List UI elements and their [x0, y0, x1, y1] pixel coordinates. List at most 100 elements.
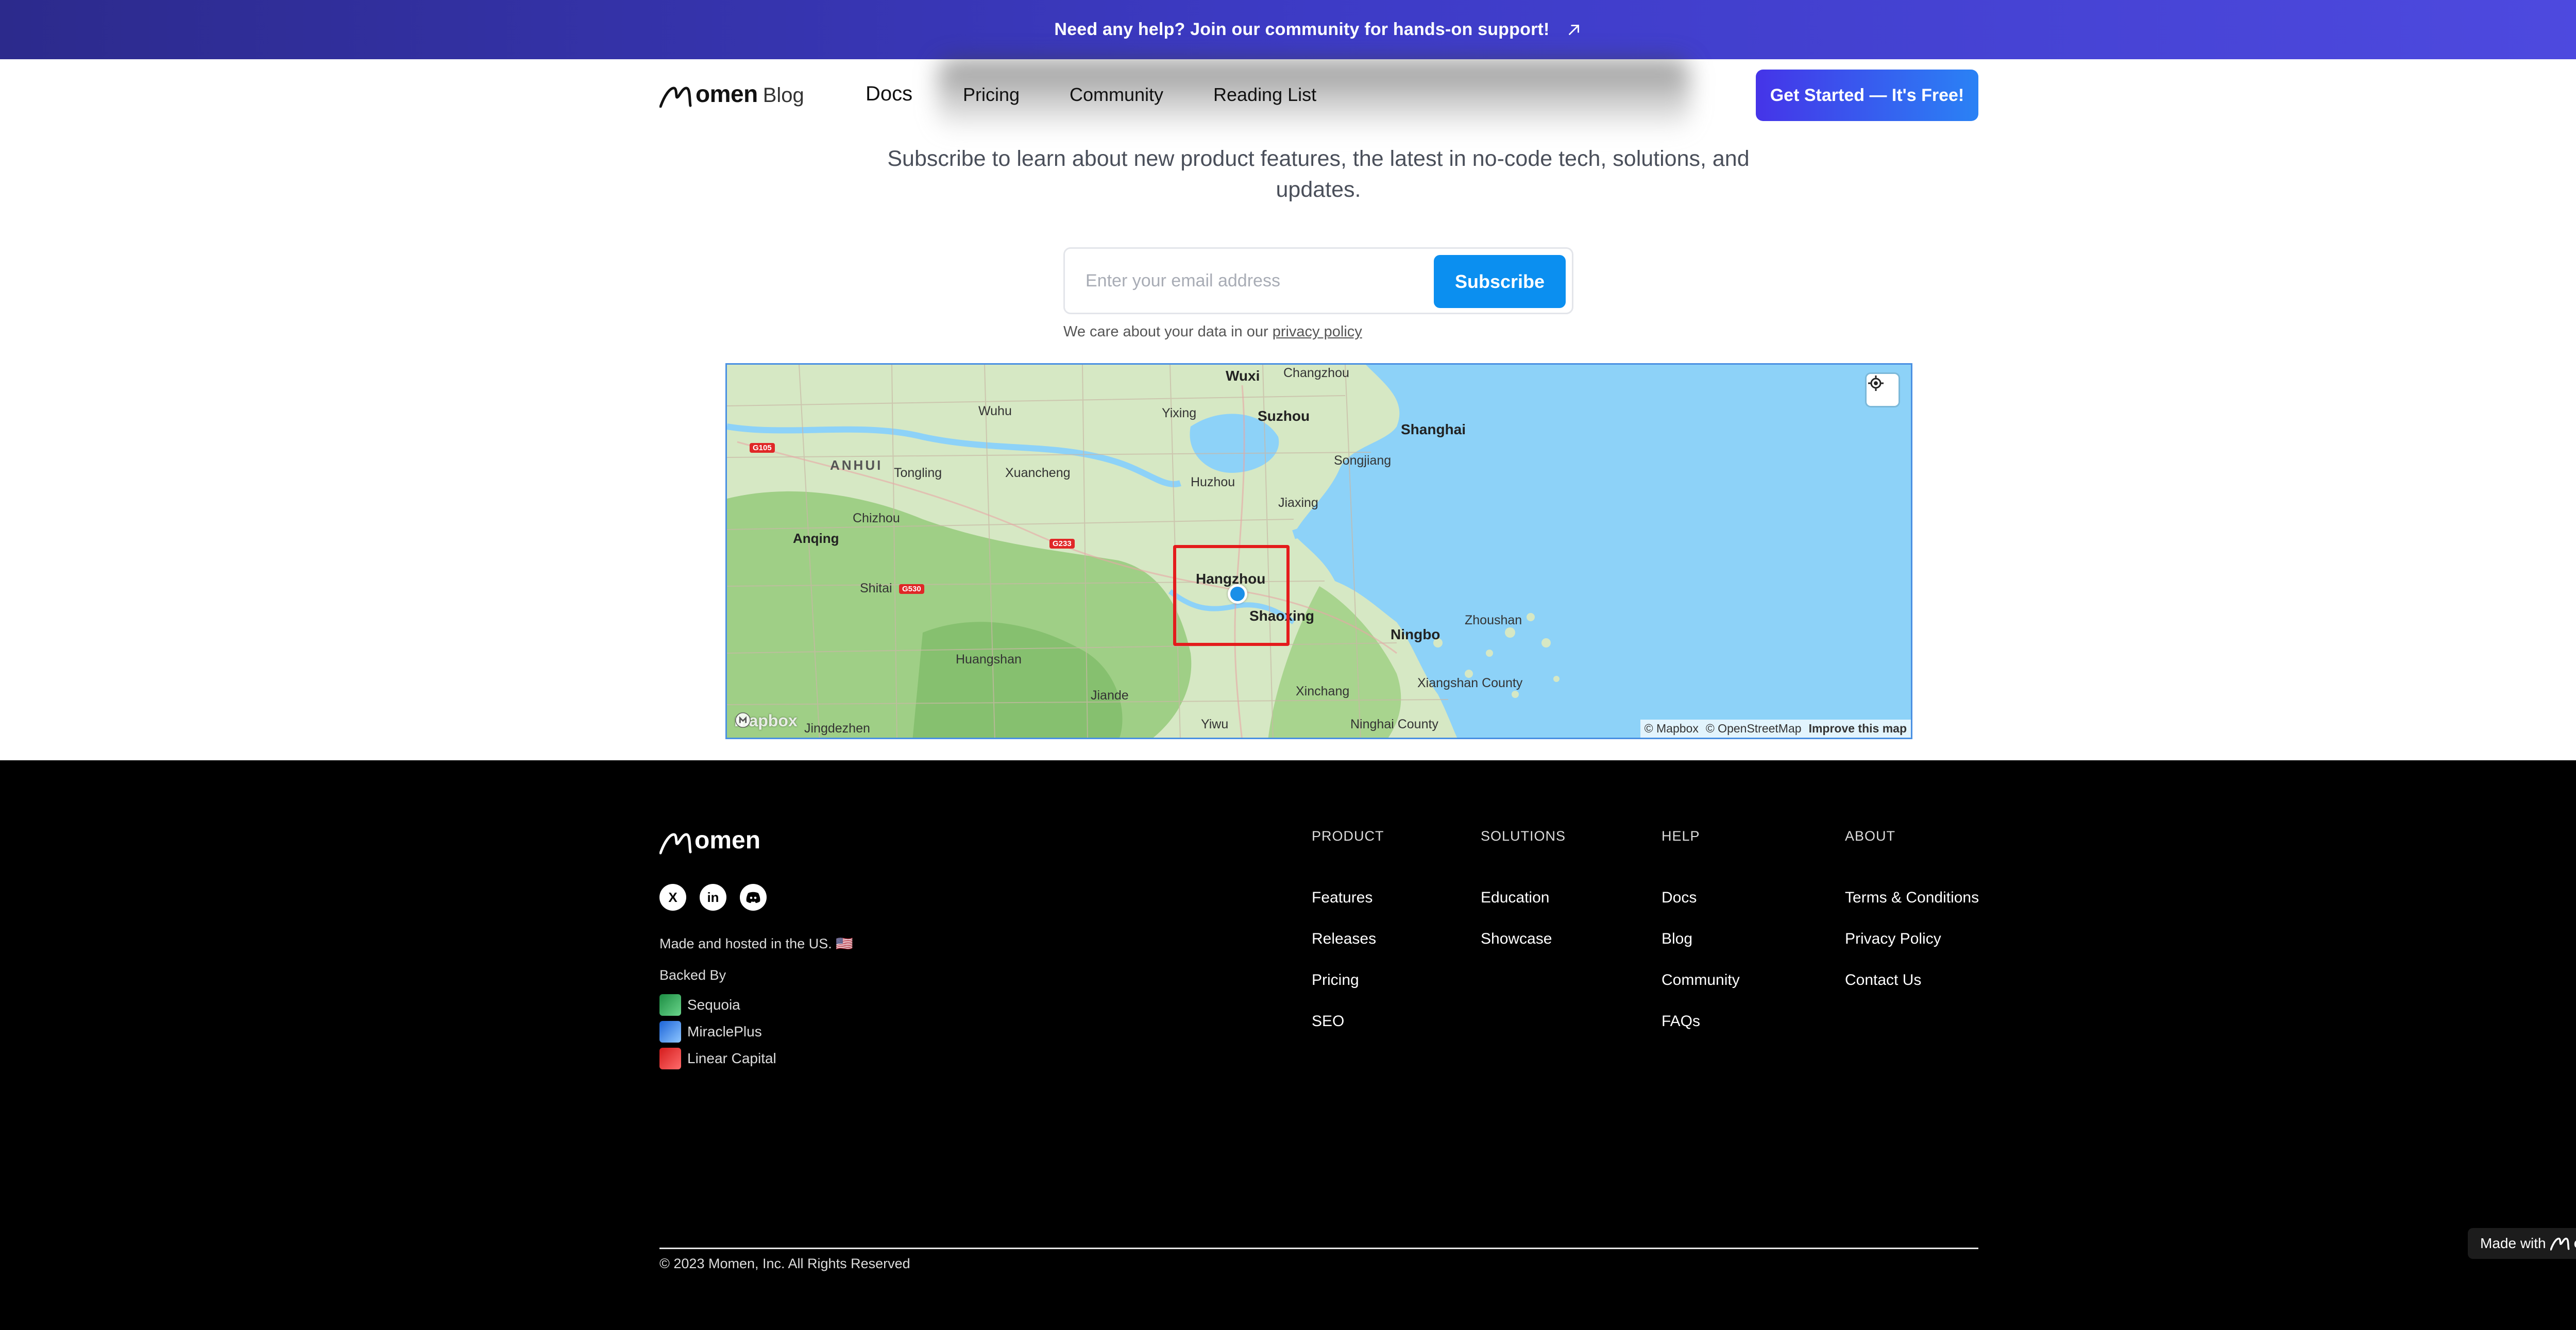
momen-m-mark-icon	[659, 87, 692, 108]
miracleplus-logo-icon	[659, 1021, 681, 1043]
footer-link-seo[interactable]: SEO	[1312, 1013, 1344, 1030]
nav-community[interactable]: Community	[1070, 84, 1163, 106]
map-label-wuxi: Wuxi	[1226, 368, 1260, 384]
footer-link-showcase[interactable]: Showcase	[1481, 930, 1552, 948]
map-label-changzhou: Changzhou	[1283, 366, 1349, 380]
backer-miracleplus-label: MiraclePlus	[687, 1024, 762, 1039]
momen-blog-logo[interactable]: omen Blog	[659, 80, 804, 108]
road-shield-g530: G530	[899, 584, 924, 594]
footer-link-releases[interactable]: Releases	[1312, 930, 1376, 948]
footer-link-docs[interactable]: Docs	[1662, 889, 1697, 907]
footer-logo[interactable]: omen	[659, 826, 760, 855]
map-label-shitai: Shitai	[860, 581, 892, 595]
backed-by-label: Backed By	[659, 967, 726, 983]
attribution-mapbox-link[interactable]: © Mapbox	[1645, 722, 1699, 736]
subscribe-form: Subscribe	[1063, 247, 1573, 314]
momen-m-mark-icon	[659, 833, 692, 855]
linkedin-icon[interactable]: in	[700, 884, 726, 911]
top-nav: omen Blog Docs Pricing Community Reading…	[0, 59, 2576, 131]
location-dot-icon[interactable]	[1228, 584, 1247, 604]
map-label-anhui: ANHUI	[830, 457, 883, 473]
map-label-huangshan: Huangshan	[956, 652, 1022, 667]
hosted-note: Made and hosted in the US. 🇺🇸	[659, 936, 853, 951]
footer-link-faqs[interactable]: FAQs	[1662, 1013, 1700, 1030]
footer-link-privacy[interactable]: Privacy Policy	[1845, 930, 1941, 948]
road-shield-g233: G233	[1049, 539, 1075, 549]
map-label-huzhou: Huzhou	[1191, 475, 1235, 489]
sequoia-logo-icon	[659, 994, 681, 1016]
discord-icon[interactable]	[740, 884, 767, 911]
map-label-anqing: Anqing	[793, 531, 839, 546]
social-links: X in	[659, 884, 767, 911]
map-label-xiangshan: Xiangshan County	[1417, 676, 1523, 690]
footer-link-blog[interactable]: Blog	[1662, 930, 1692, 948]
momen-m-mark-icon	[2550, 1237, 2570, 1251]
footer-heading-product: PRODUCT	[1312, 828, 1384, 844]
made-with-label: Made with	[2480, 1235, 2546, 1251]
map-label-zhoushan: Zhoushan	[1465, 613, 1522, 627]
footer-link-terms[interactable]: Terms & Conditions	[1845, 889, 1979, 907]
nav-pricing[interactable]: Pricing	[963, 84, 1020, 106]
get-started-button[interactable]: Get Started — It's Free!	[1756, 70, 1978, 121]
map-widget[interactable]: Changzhou Wuxi Suzhou Shanghai Wuhu Yixi…	[725, 363, 1912, 739]
footer-divider	[659, 1248, 1978, 1249]
locate-button[interactable]	[1867, 374, 1899, 406]
footer-link-features[interactable]: Features	[1312, 889, 1372, 907]
made-with-momen-badge[interactable]: Made with omen	[2468, 1228, 2576, 1259]
footer-link-contact[interactable]: Contact Us	[1845, 971, 1921, 989]
banner-text[interactable]: Need any help? Join our community for ha…	[1054, 20, 1549, 40]
map-attribution: © Mapbox © OpenStreetMap Improve this ma…	[1640, 720, 1911, 738]
backer-linear-capital[interactable]: Linear Capital	[659, 1048, 776, 1069]
made-with-brand: omen	[2574, 1235, 2576, 1252]
privacy-note-text: We care about your data in our	[1063, 323, 1273, 340]
map-label-wuhu: Wuhu	[978, 404, 1012, 418]
x-twitter-icon[interactable]: X	[659, 884, 686, 911]
subscribe-button[interactable]: Subscribe	[1434, 255, 1566, 308]
map-terrain	[727, 365, 1560, 738]
attribution-osm-link[interactable]: © OpenStreetMap	[1706, 722, 1802, 736]
privacy-policy-link[interactable]: privacy policy	[1273, 323, 1362, 340]
privacy-note: We care about your data in our privacy p…	[1063, 323, 1362, 340]
mapbox-logo[interactable]: mapbox	[734, 711, 798, 730]
road-shield-g105: G105	[750, 443, 775, 453]
footer-link-education[interactable]: Education	[1481, 889, 1549, 907]
map-label-songjiang: Songjiang	[1334, 453, 1392, 468]
backer-sequoia-label: Sequoia	[687, 997, 740, 1013]
announcement-banner[interactable]: Need any help? Join our community for ha…	[0, 0, 2576, 59]
map-label-chizhou: Chizhou	[853, 511, 900, 525]
site-footer: omen X in Made and hosted in the US. 🇺🇸 …	[0, 760, 2576, 1330]
backer-miracleplus[interactable]: MiraclePlus	[659, 1021, 762, 1043]
map-label-jiaxing: Jiaxing	[1278, 496, 1318, 510]
email-input[interactable]	[1086, 259, 1395, 302]
copyright: © 2023 Momen, Inc. All Rights Reserved	[659, 1256, 910, 1271]
map-label-xinchang: Xinchang	[1296, 684, 1350, 698]
footer-link-community[interactable]: Community	[1662, 971, 1740, 989]
map-label-jingdezhen: Jingdezhen	[804, 721, 870, 736]
map-label-xuancheng: Xuancheng	[1005, 466, 1071, 480]
subscribe-description: Subscribe to learn about new product fea…	[887, 146, 1750, 202]
mapbox-logo-icon	[735, 712, 751, 728]
map-label-shanghai: Shanghai	[1401, 421, 1466, 437]
linear-capital-logo-icon	[659, 1048, 681, 1069]
footer-link-pricing[interactable]: Pricing	[1312, 971, 1359, 989]
arrow-up-right-icon[interactable]	[1565, 21, 1583, 39]
footer-heading-solutions: SOLUTIONS	[1481, 828, 1566, 844]
backer-linear-capital-label: Linear Capital	[687, 1050, 776, 1066]
improve-map-link[interactable]: Improve this map	[1809, 722, 1907, 736]
footer-heading-about: ABOUT	[1845, 828, 1896, 844]
footer-logo-wordmark: omen	[694, 827, 761, 854]
nav-reading-list[interactable]: Reading List	[1213, 84, 1316, 106]
map-label-ninghai: Ninghai County	[1350, 717, 1438, 731]
map-label-tongling: Tongling	[894, 466, 942, 480]
footer-heading-help: HELP	[1662, 828, 1700, 844]
map-label-yiwu: Yiwu	[1201, 717, 1229, 731]
map-label-suzhou: Suzhou	[1258, 408, 1310, 424]
locate-icon	[1868, 376, 1884, 391]
map-label-ningbo: Ningbo	[1391, 626, 1440, 642]
nav-docs[interactable]: Docs	[866, 82, 912, 106]
logo-wordmark: omen	[696, 80, 758, 107]
map-label-jiande: Jiande	[1091, 688, 1129, 703]
backer-sequoia[interactable]: Sequoia	[659, 994, 740, 1016]
logo-blog-label: Blog	[762, 84, 804, 107]
discord-glyph-icon	[746, 892, 760, 903]
